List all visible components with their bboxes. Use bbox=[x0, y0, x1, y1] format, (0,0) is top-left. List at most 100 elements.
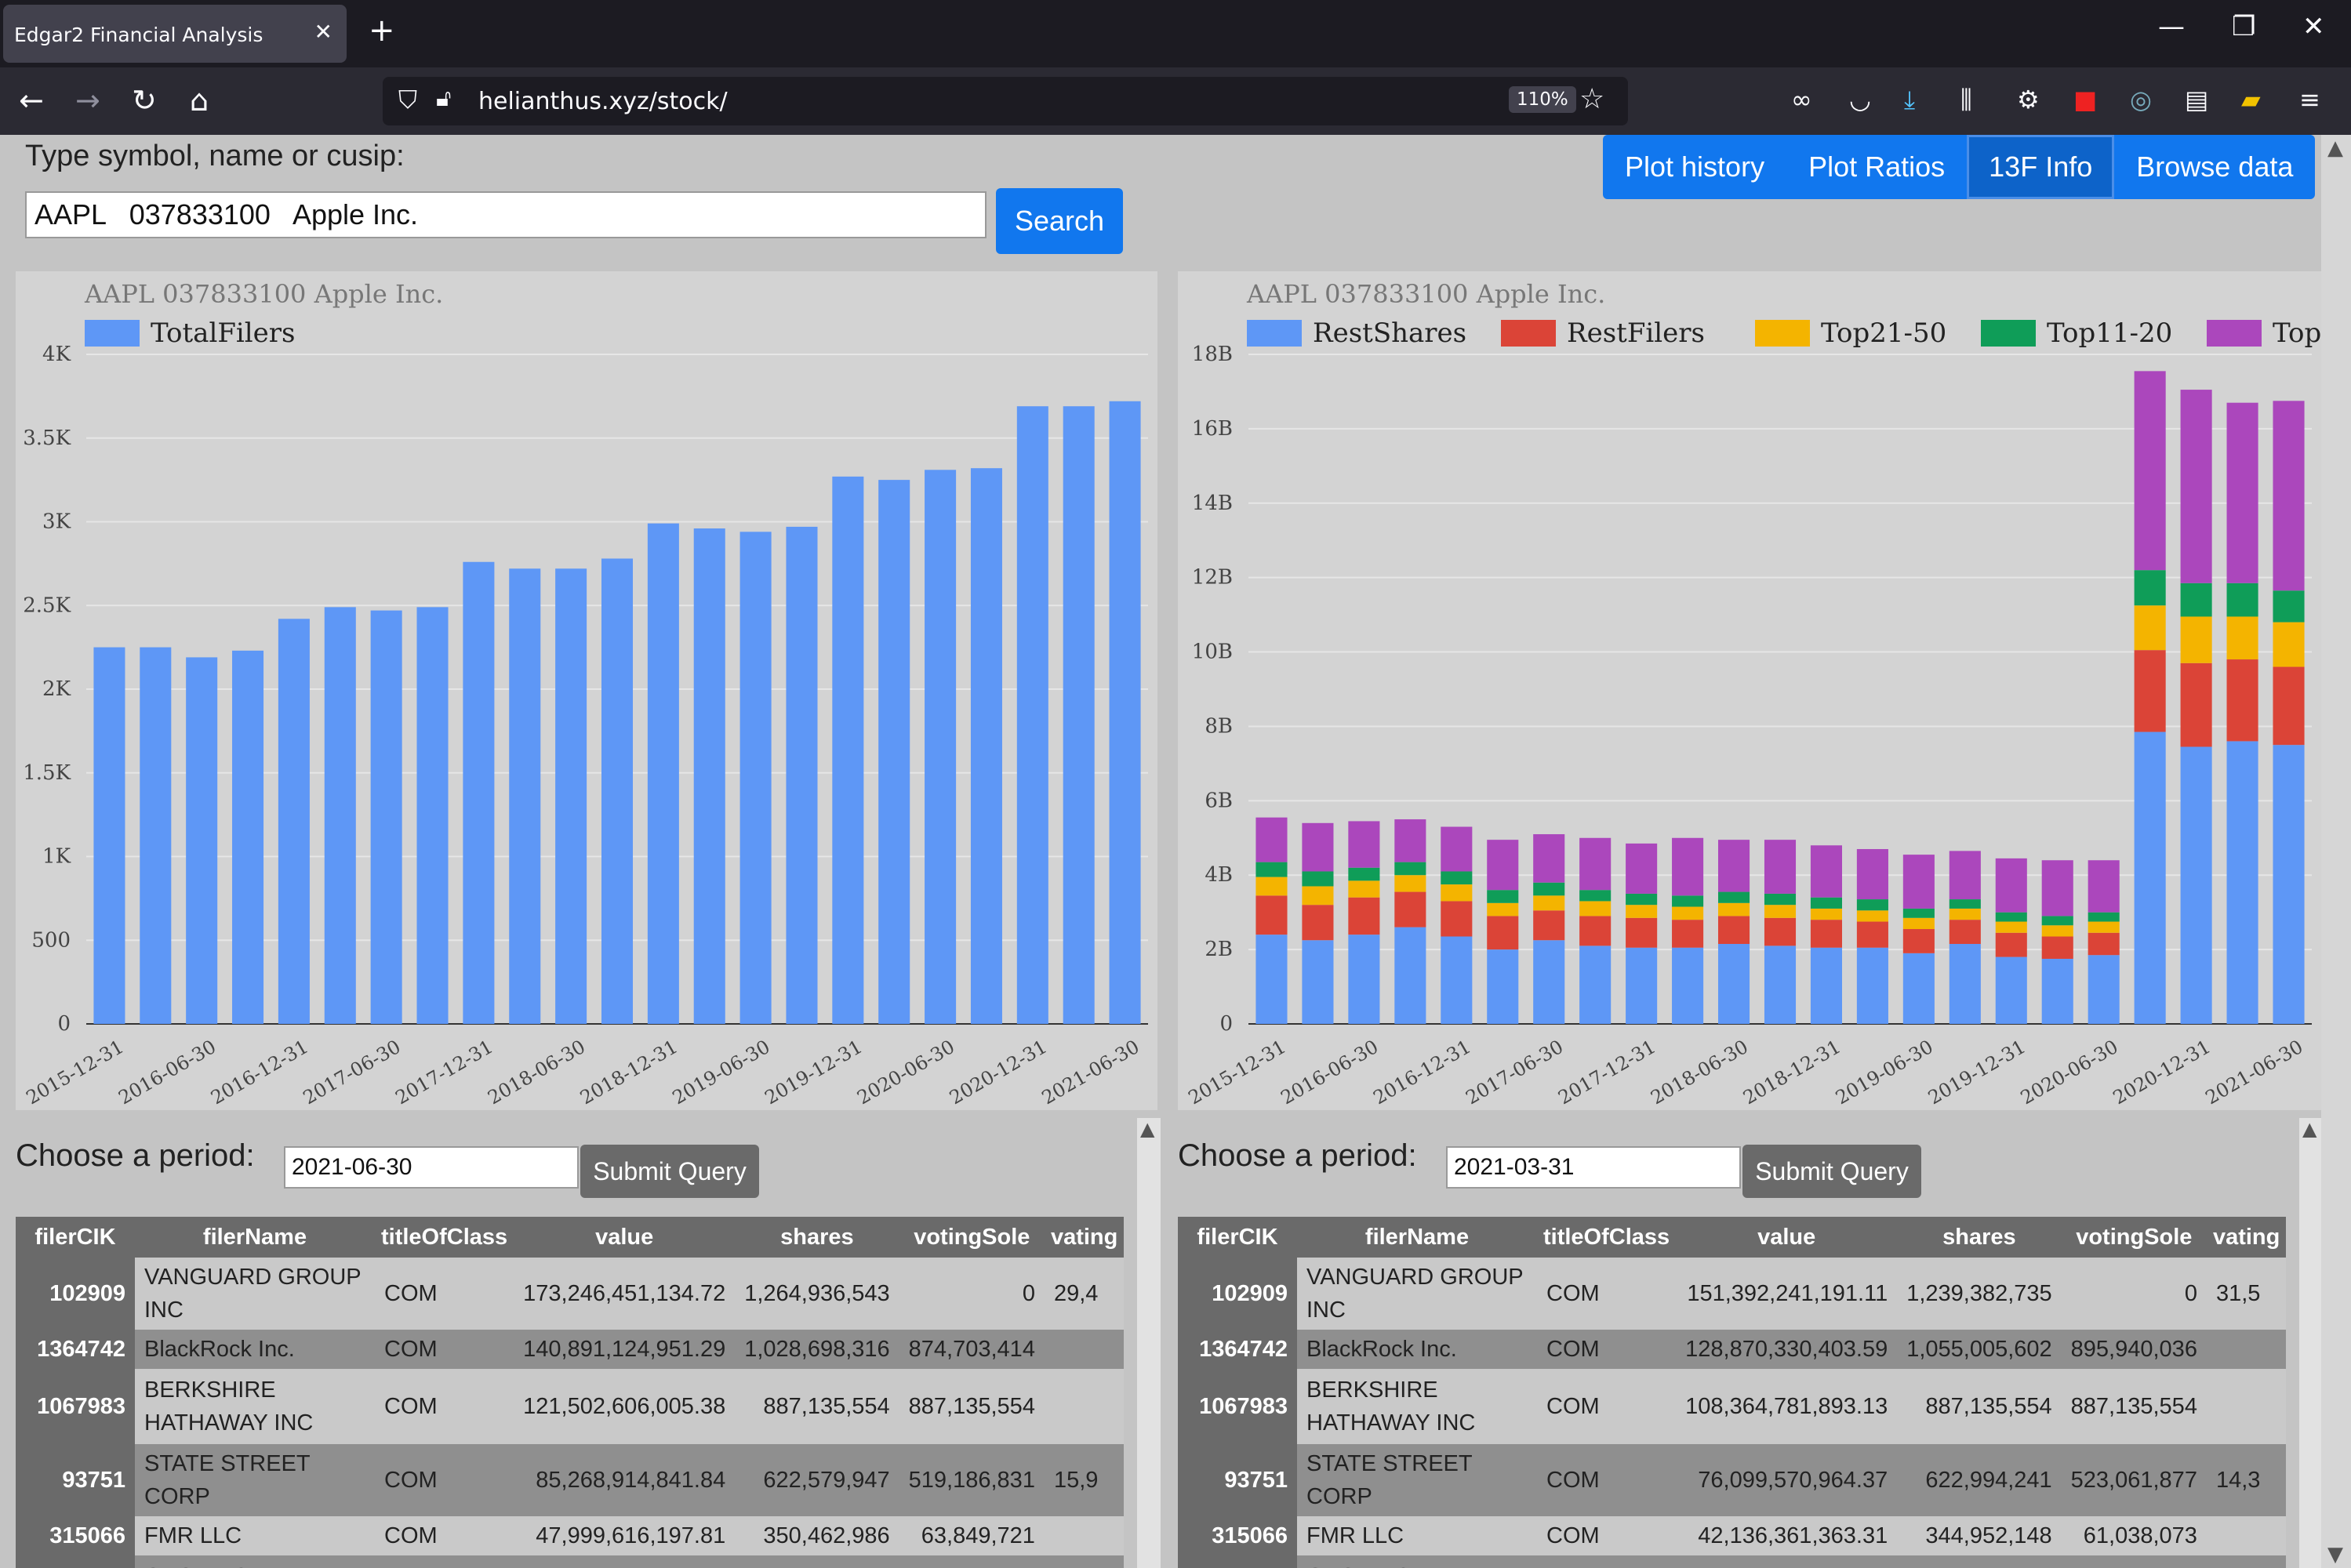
bar-Top11-20-2016-06-30[interactable] bbox=[1348, 867, 1380, 881]
bar-Top10-2020-06-30[interactable] bbox=[2088, 860, 2120, 913]
bar-Top11-20-2021-06-30[interactable] bbox=[2273, 590, 2305, 622]
table-row[interactable]: 1364742 BlackRock Inc. COM 140,891,124,951.… bbox=[16, 1330, 1125, 1369]
bar-RestShares-2019-03-31[interactable] bbox=[1856, 947, 1888, 1024]
table-row[interactable]: 315066 FMR LLC COM 42,136,361,363.31 344,952… bbox=[1178, 1516, 2287, 1555]
table-row[interactable]: 315066 FMR LLC COM 47,999,616,197.81 350,462… bbox=[16, 1516, 1125, 1555]
column-header-titleOfClass[interactable]: titleOfClass bbox=[375, 1217, 514, 1258]
bar-Top11-20-2018-03-31[interactable] bbox=[1672, 895, 1704, 907]
url-bar[interactable]: ⛉ 🔓︎ helianthus.xyz/stock/ 110% ☆ bbox=[383, 77, 1628, 125]
table-row[interactable]: 1214717GEODE CAPITAL MANAGEMENT, LLCCOM3… bbox=[1178, 1555, 2287, 1568]
bar-RestShares-2017-03-31[interactable] bbox=[1487, 949, 1519, 1024]
bar-RestFilers-2016-09-30[interactable] bbox=[1394, 891, 1426, 927]
bar-TotalFilers-2021-03-31[interactable] bbox=[1063, 406, 1095, 1024]
bar-RestFilers-2015-12-31[interactable] bbox=[1255, 895, 1288, 935]
settings-gear-icon[interactable]: ⚙ bbox=[2017, 85, 2040, 114]
browser-tab[interactable]: Edgar2 Financial Analysis ✕ bbox=[3, 5, 347, 63]
download-icon[interactable]: ⤓ bbox=[1904, 85, 1915, 115]
bar-RestShares-2018-03-31[interactable] bbox=[1672, 947, 1704, 1024]
bar-Top10-2015-12-31[interactable] bbox=[1255, 817, 1288, 862]
bar-RestFilers-2016-12-31[interactable] bbox=[1441, 901, 1473, 937]
bar-Top10-2017-12-31[interactable] bbox=[1626, 843, 1658, 894]
bar-Top10-2018-12-31[interactable] bbox=[1810, 845, 1843, 898]
table-row[interactable]: 1214717GEODE CAPITAL MANAGEMENT, LLCCOM3… bbox=[16, 1555, 1125, 1568]
column-header-vating[interactable]: vating bbox=[1044, 1217, 1125, 1258]
panel-scrollbar[interactable]: ▲ bbox=[1137, 1118, 1161, 1568]
forward-icon[interactable]: → bbox=[75, 83, 100, 118]
new-tab-icon[interactable]: + bbox=[369, 13, 395, 49]
bar-Top10-2020-03-31[interactable] bbox=[2041, 860, 2073, 916]
bar-RestShares-2016-09-30[interactable] bbox=[1394, 927, 1426, 1024]
bar-RestShares-2016-12-31[interactable] bbox=[1441, 936, 1473, 1024]
bar-Top21-50-2016-03-31[interactable] bbox=[1302, 886, 1334, 906]
bar-RestFilers-2019-09-30[interactable] bbox=[1949, 920, 1981, 944]
bar-TotalFilers-2019-12-31[interactable] bbox=[832, 476, 864, 1024]
bar-Top10-2021-03-31[interactable] bbox=[2226, 402, 2258, 583]
bar-TotalFilers-2019-09-30[interactable] bbox=[786, 526, 818, 1024]
bar-Top10-2019-03-31[interactable] bbox=[1856, 849, 1888, 900]
bar-Top21-50-2021-06-30[interactable] bbox=[2273, 622, 2305, 667]
bar-Top11-20-2017-03-31[interactable] bbox=[1487, 890, 1519, 903]
bar-TotalFilers-2019-06-30[interactable] bbox=[739, 532, 772, 1024]
scroll-up-icon[interactable]: ▲ bbox=[1140, 1118, 1154, 1140]
bar-RestShares-2019-12-31[interactable] bbox=[1995, 956, 2027, 1024]
table-row[interactable]: 93751 STATE STREET CORP COM 76,099,570,964.… bbox=[1178, 1444, 2287, 1516]
reload-icon[interactable]: ↻ bbox=[132, 83, 157, 118]
bar-RestFilers-2017-12-31[interactable] bbox=[1626, 917, 1658, 948]
column-header-filerCIK[interactable]: filerCIK bbox=[1178, 1217, 1297, 1258]
minimize-icon[interactable]: — bbox=[2158, 11, 2185, 42]
bar-RestShares-2019-09-30[interactable] bbox=[1949, 943, 1981, 1024]
bar-Top11-20-2017-12-31[interactable] bbox=[1626, 893, 1658, 906]
bar-RestFilers-2018-12-31[interactable] bbox=[1810, 920, 1843, 948]
bar-TotalFilers-2018-03-31[interactable] bbox=[509, 568, 541, 1024]
column-header-titleOfClass[interactable]: titleOfClass bbox=[1537, 1217, 1677, 1258]
bar-RestFilers-2017-03-31[interactable] bbox=[1487, 916, 1519, 950]
panel-scrollbar[interactable]: ▲ bbox=[2299, 1118, 2323, 1568]
bar-Top21-50-2015-12-31[interactable] bbox=[1255, 877, 1288, 896]
bar-Top10-2017-03-31[interactable] bbox=[1487, 840, 1519, 891]
period-input[interactable] bbox=[1446, 1146, 1741, 1189]
bar-Top10-2018-09-30[interactable] bbox=[1764, 840, 1797, 894]
column-header-filerName[interactable]: filerName bbox=[1297, 1217, 1537, 1258]
bar-TotalFilers-2021-06-30[interactable] bbox=[1109, 401, 1141, 1024]
bar-Top10-2017-09-30[interactable] bbox=[1579, 837, 1612, 891]
bar-Top21-50-2019-12-31[interactable] bbox=[1995, 921, 2027, 933]
browse-data-button[interactable]: Browse data bbox=[2114, 135, 2315, 199]
bar-Top21-50-2018-03-31[interactable] bbox=[1672, 906, 1704, 920]
column-header-votingSole[interactable]: votingSole bbox=[899, 1217, 1045, 1258]
home-icon[interactable]: ⌂ bbox=[190, 83, 209, 118]
table-row[interactable]: 93751 STATE STREET CORP COM 85,268,914,841.… bbox=[16, 1444, 1125, 1516]
bar-Top21-50-2021-03-31[interactable] bbox=[2226, 616, 2258, 660]
bar-RestFilers-2020-03-31[interactable] bbox=[2041, 936, 2073, 959]
bar-Top21-50-2016-12-31[interactable] bbox=[1441, 884, 1473, 902]
bar-Top10-2019-12-31[interactable] bbox=[1995, 858, 2027, 913]
bar-TotalFilers-2018-12-31[interactable] bbox=[647, 523, 679, 1024]
bar-Top21-50-2017-06-30[interactable] bbox=[1533, 895, 1565, 911]
table-row[interactable]: 102909 VANGUARD GROUP INC COM 151,392,241,1… bbox=[1178, 1258, 2287, 1330]
bar-RestFilers-2019-06-30[interactable] bbox=[1902, 929, 1935, 953]
bar-RestShares-2017-09-30[interactable] bbox=[1579, 946, 1612, 1024]
bar-RestFilers-2021-03-31[interactable] bbox=[2226, 659, 2258, 742]
bar-TotalFilers-2017-12-31[interactable] bbox=[463, 561, 495, 1024]
bar-Top11-20-2020-12-31[interactable] bbox=[2180, 583, 2212, 617]
bar-Top11-20-2018-06-30[interactable] bbox=[1717, 891, 1750, 903]
bar-Top10-2018-03-31[interactable] bbox=[1672, 837, 1704, 896]
plot-history-button[interactable]: Plot history bbox=[1603, 135, 1786, 199]
bar-Top21-50-2019-06-30[interactable] bbox=[1902, 917, 1935, 930]
column-header-shares[interactable]: shares bbox=[1897, 1217, 2062, 1258]
bar-RestShares-2020-03-31[interactable] bbox=[2041, 958, 2073, 1024]
bar-RestFilers-2018-09-30[interactable] bbox=[1764, 917, 1797, 946]
bar-Top21-50-2017-03-31[interactable] bbox=[1487, 902, 1519, 916]
bar-Top11-20-2020-03-31[interactable] bbox=[2041, 916, 2073, 926]
bar-RestShares-2016-06-30[interactable] bbox=[1348, 935, 1380, 1024]
bar-RestShares-2018-09-30[interactable] bbox=[1764, 946, 1797, 1024]
bar-RestShares-2020-09-30[interactable] bbox=[2134, 731, 2166, 1024]
bar-Top10-2017-06-30[interactable] bbox=[1533, 834, 1565, 883]
bar-Top10-2018-06-30[interactable] bbox=[1717, 840, 1750, 892]
bar-RestShares-2021-06-30[interactable] bbox=[2273, 745, 2305, 1024]
legend-label[interactable]: Top10 bbox=[2273, 318, 2321, 349]
bar-Top11-20-2020-09-30[interactable] bbox=[2134, 570, 2166, 606]
bar-RestShares-2017-06-30[interactable] bbox=[1533, 940, 1565, 1024]
bar-RestFilers-2018-03-31[interactable] bbox=[1672, 920, 1704, 948]
extension-lock-icon[interactable]: ■ bbox=[2073, 85, 2097, 114]
bar-TotalFilers-2016-09-30[interactable] bbox=[232, 650, 264, 1024]
